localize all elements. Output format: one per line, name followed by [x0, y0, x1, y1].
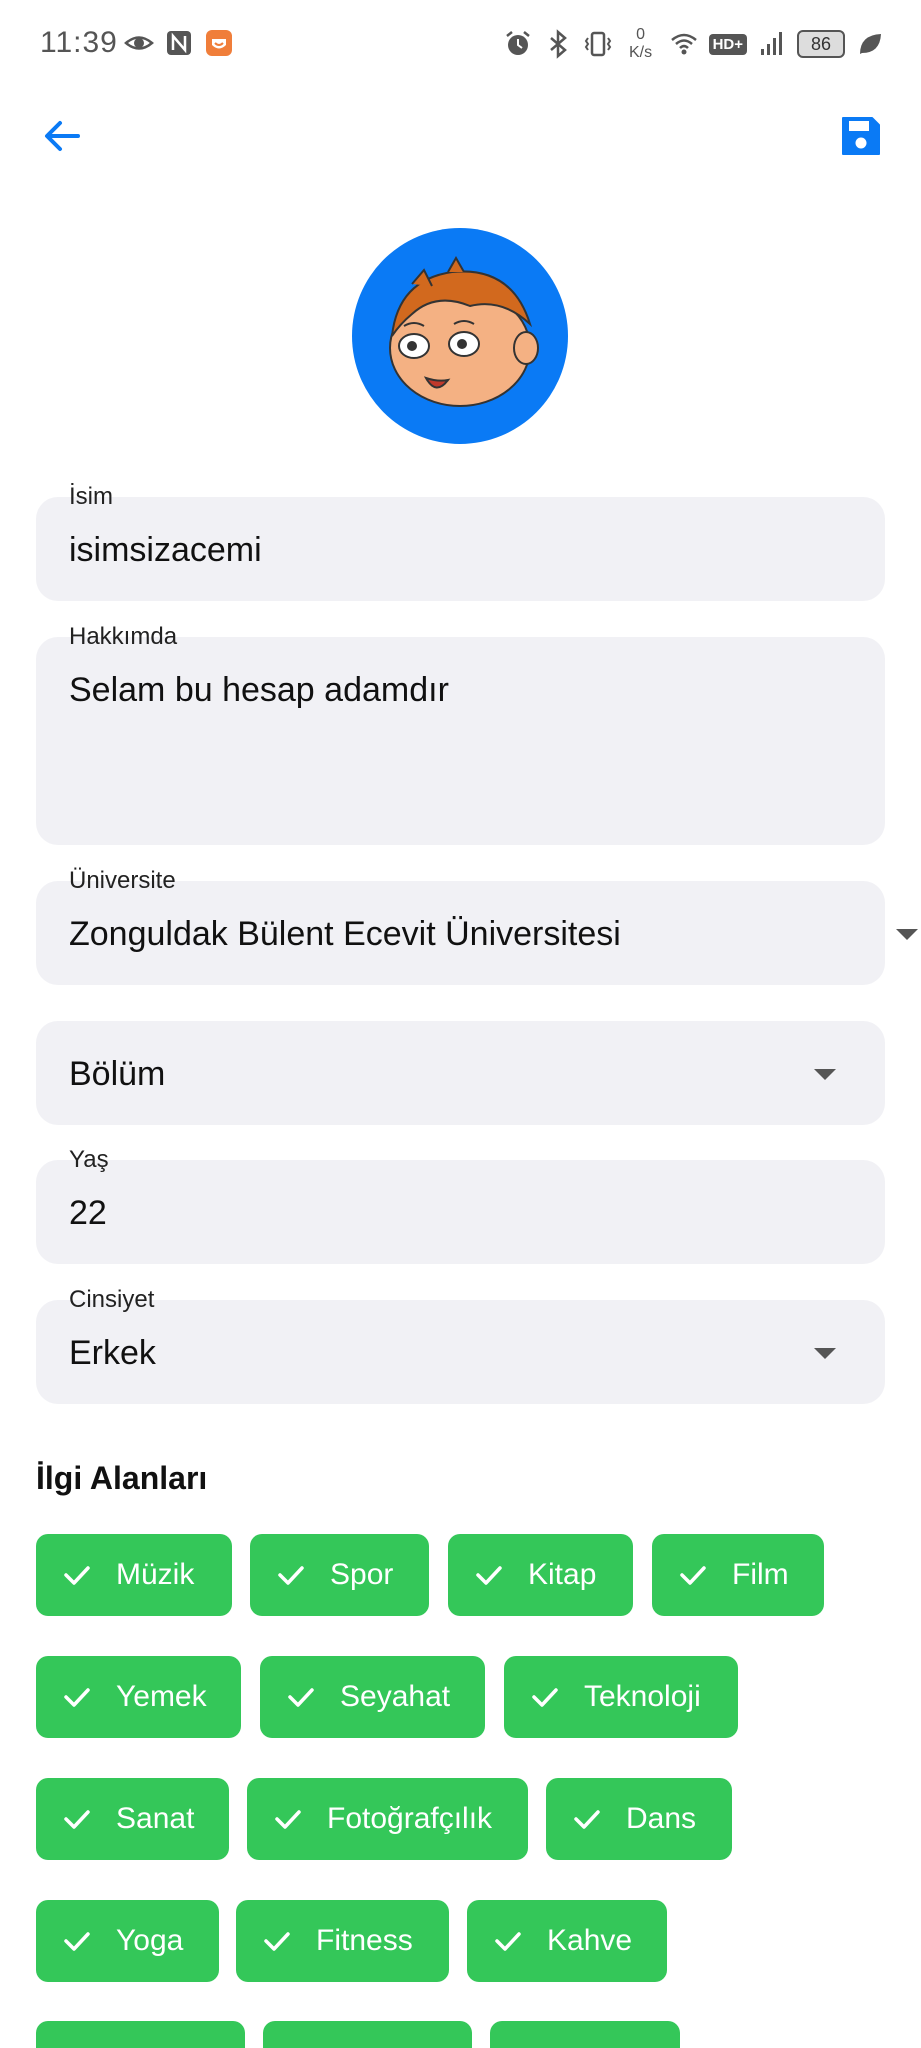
- interest-chip-label: Kitap: [528, 1558, 597, 1591]
- app-notification-icon: [206, 30, 232, 56]
- university-selected-value: Zonguldak Bülent Ecevit Üniversitesi: [69, 915, 621, 953]
- wifi-icon: [670, 33, 697, 55]
- gender-dropdown-arrow-icon: [814, 1348, 836, 1359]
- interest-chip-label: Kahve: [547, 1924, 633, 1957]
- interest-chip-dans[interactable]: Dans: [546, 1778, 732, 1860]
- vibrate-icon: [584, 31, 611, 57]
- status-time: 11:39: [40, 26, 118, 59]
- check-icon: [532, 1688, 558, 1707]
- check-icon: [288, 1688, 314, 1707]
- back-button[interactable]: [34, 108, 90, 164]
- network-speed-value: 0: [636, 26, 646, 43]
- department-dropdown-arrow-icon: [814, 1069, 836, 1080]
- profile-avatar[interactable]: [352, 228, 568, 444]
- interest-chip-label: Teknoloji: [584, 1680, 701, 1713]
- gender-dropdown[interactable]: Cinsiyet Erkek: [36, 1286, 885, 1404]
- interest-chip-partial[interactable]: [263, 2021, 472, 2048]
- university-dropdown-arrow-icon[interactable]: [896, 929, 918, 940]
- check-icon: [574, 1810, 600, 1829]
- bluetooth-icon: [549, 29, 567, 59]
- interest-chip-label: Fitness: [316, 1924, 413, 1957]
- name-field[interactable]: İsim isimsizacemi: [36, 483, 885, 601]
- arrow-left-icon: [45, 121, 80, 151]
- check-icon: [278, 1566, 304, 1585]
- leaf-icon: [860, 34, 881, 54]
- network-speed: 0 K/s: [623, 26, 659, 62]
- interest-chip-label: Spor: [330, 1558, 394, 1591]
- battery-indicator: 86: [797, 30, 845, 58]
- about-field[interactable]: Hakkımda Selam bu hesap adamdır: [36, 623, 885, 845]
- interest-chip-label: Yemek: [116, 1680, 207, 1713]
- name-label: İsim: [69, 483, 113, 510]
- interest-chip-label: Film: [732, 1558, 789, 1591]
- status-left-icons: [124, 28, 234, 58]
- check-icon: [264, 1932, 290, 1951]
- interest-chip-film[interactable]: Film: [652, 1534, 824, 1616]
- hd-badge: HD+: [708, 33, 747, 55]
- check-icon: [476, 1566, 502, 1585]
- department-dropdown[interactable]: Bölüm: [36, 1021, 885, 1125]
- interest-chip-label: Sanat: [116, 1802, 195, 1835]
- interest-chip-label: Seyahat: [340, 1680, 451, 1713]
- save-button[interactable]: [831, 106, 891, 166]
- signal-icon: [761, 32, 782, 55]
- interest-chip-muzik[interactable]: Müzik: [36, 1534, 232, 1616]
- check-icon: [64, 1566, 90, 1585]
- interests-title: İlgi Alanları: [36, 1460, 208, 1496]
- name-input[interactable]: isimsizacemi: [69, 531, 262, 570]
- interest-chip-yoga[interactable]: Yoga: [36, 1900, 219, 1982]
- about-textarea[interactable]: Selam bu hesap adamdır: [69, 671, 449, 710]
- check-icon: [275, 1810, 301, 1829]
- interest-chip-kahve[interactable]: Kahve: [467, 1900, 667, 1982]
- interest-chip-label: Yoga: [116, 1924, 184, 1957]
- interest-chip-label: Dans: [626, 1802, 697, 1835]
- status-right-icons: 0 K/s HD+ 86: [503, 26, 885, 62]
- nfc-icon: [167, 31, 191, 55]
- check-icon: [495, 1932, 521, 1951]
- check-icon: [680, 1566, 706, 1585]
- check-icon: [64, 1688, 90, 1707]
- cartoon-face-avatar-image: [389, 255, 539, 407]
- network-speed-unit: K/s: [629, 44, 653, 61]
- gender-label: Cinsiyet: [69, 1286, 155, 1313]
- interest-chip-label: Fotoğrafçılık: [327, 1802, 493, 1835]
- interest-chip-spor[interactable]: Spor: [250, 1534, 429, 1616]
- interest-chip-teknoloji[interactable]: Teknoloji: [504, 1656, 738, 1738]
- check-icon: [64, 1932, 90, 1951]
- interest-chip-label: Müzik: [116, 1558, 195, 1591]
- age-field[interactable]: Yaş 22: [36, 1146, 885, 1264]
- check-icon: [64, 1810, 90, 1829]
- interest-chip-partial[interactable]: [36, 2021, 245, 2048]
- interest-chip-sanat[interactable]: Sanat: [36, 1778, 229, 1860]
- interest-chip-fitness[interactable]: Fitness: [236, 1900, 449, 1982]
- alarm-icon: [505, 31, 530, 55]
- interest-chip-kitap[interactable]: Kitap: [448, 1534, 633, 1616]
- gender-selected-value: Erkek: [69, 1334, 156, 1372]
- eye-icon: [124, 36, 154, 50]
- age-label: Yaş: [69, 1146, 109, 1173]
- interest-chip-yemek[interactable]: Yemek: [36, 1656, 241, 1738]
- department-placeholder: Bölüm: [69, 1055, 166, 1093]
- interest-chip-seyahat[interactable]: Seyahat: [260, 1656, 485, 1738]
- interest-chip-fotografcilik[interactable]: Fotoğrafçılık: [247, 1778, 528, 1860]
- interest-chip-partial[interactable]: [490, 2021, 680, 2048]
- floppy-disk-icon: [842, 117, 880, 155]
- status-bar: 11:39 0 K/s HD+ 86: [0, 0, 921, 90]
- university-label: Üniversite: [69, 867, 176, 894]
- about-label: Hakkımda: [69, 623, 178, 650]
- university-dropdown[interactable]: Üniversite Zonguldak Bülent Ecevit Ünive…: [36, 867, 885, 985]
- top-app-bar: [0, 100, 921, 180]
- age-input[interactable]: 22: [69, 1194, 107, 1233]
